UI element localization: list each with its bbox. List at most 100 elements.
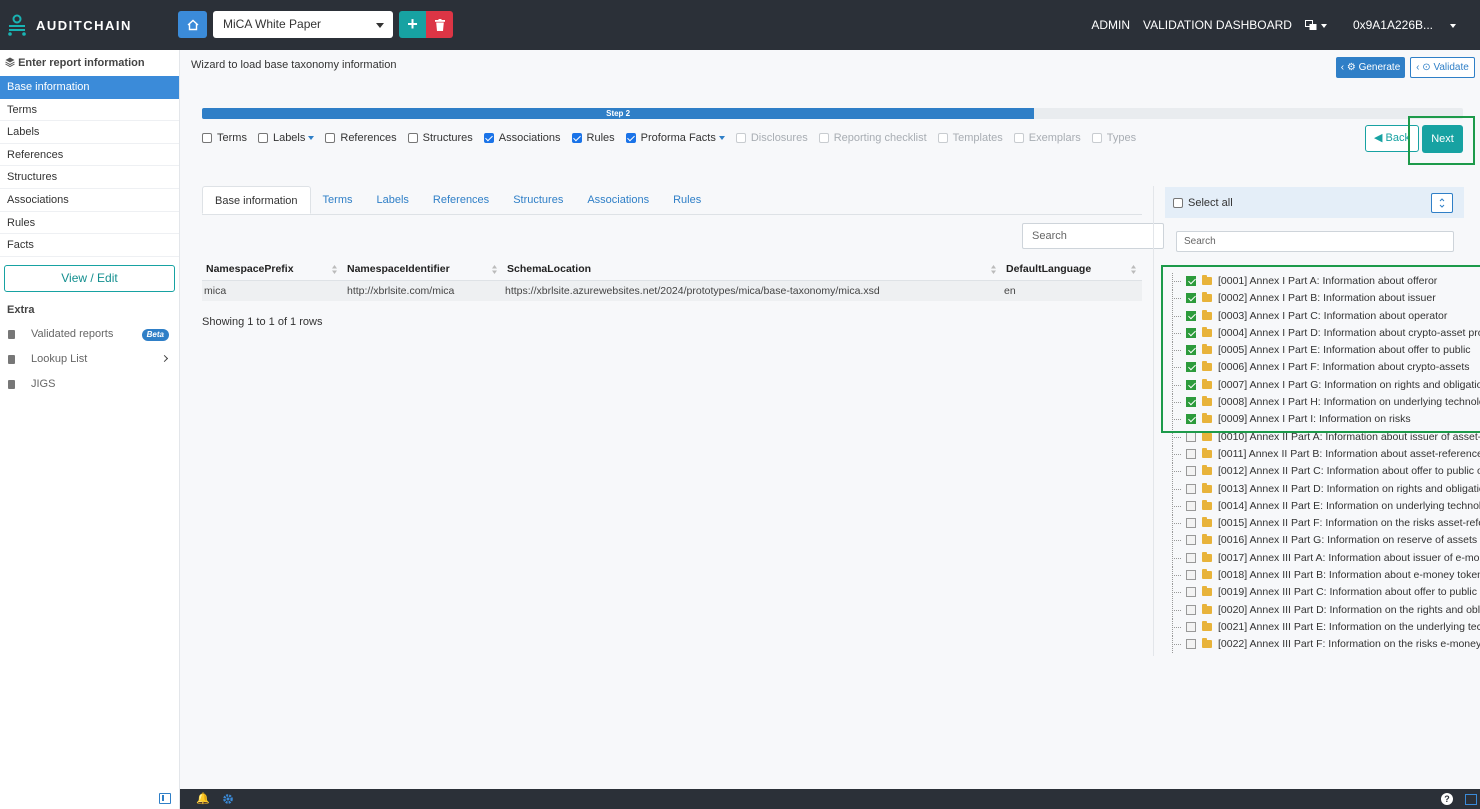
bell-icon[interactable]: 🔔 bbox=[196, 792, 210, 805]
tab-base-information[interactable]: Base information bbox=[202, 186, 311, 214]
tree-node-checkbox[interactable] bbox=[1186, 604, 1196, 615]
column-header[interactable]: NamespacePrefix bbox=[202, 258, 343, 281]
sidebar-item-lookup-list[interactable]: Lookup List bbox=[0, 347, 179, 372]
sidebar-item-associations[interactable]: Associations bbox=[0, 189, 179, 212]
folder-icon bbox=[1202, 638, 1212, 649]
view-edit-button[interactable]: View / Edit bbox=[4, 264, 175, 292]
sidebar-item-rules[interactable]: Rules bbox=[0, 212, 179, 235]
tree-node-checkbox[interactable] bbox=[1186, 570, 1196, 581]
table-search-input[interactable]: Search bbox=[1022, 223, 1164, 249]
step-checkbox[interactable] bbox=[571, 133, 582, 143]
panel-toggle-icon[interactable] bbox=[1465, 794, 1477, 805]
tab-rules[interactable]: Rules bbox=[661, 186, 713, 214]
gear-icon[interactable] bbox=[222, 793, 234, 805]
tree-node[interactable]: [0020] Annex III Part D: Information on … bbox=[1169, 601, 1480, 619]
column-header[interactable]: DefaultLanguage bbox=[1002, 258, 1142, 281]
tree-node-checkbox[interactable] bbox=[1186, 552, 1196, 563]
tab-associations[interactable]: Associations bbox=[575, 186, 661, 214]
step-checkbox[interactable] bbox=[257, 133, 268, 143]
home-button[interactable] bbox=[178, 11, 207, 38]
tab-structures[interactable]: Structures bbox=[501, 186, 575, 214]
step-checkbox[interactable] bbox=[407, 133, 418, 143]
admin-link[interactable]: ADMIN bbox=[1091, 18, 1130, 32]
chevron-down-icon[interactable] bbox=[718, 136, 725, 140]
tab-labels[interactable]: Labels bbox=[365, 186, 421, 214]
tree-node[interactable]: [0021] Annex III Part E: Information on … bbox=[1169, 618, 1480, 636]
tree-node[interactable]: [0015] Annex II Part F: Information on t… bbox=[1169, 515, 1480, 533]
delete-report-button[interactable] bbox=[426, 11, 453, 38]
step-labels[interactable]: Labels bbox=[257, 132, 315, 144]
tree-connector bbox=[1172, 575, 1181, 577]
tab-terms[interactable]: Terms bbox=[311, 186, 365, 214]
tree-node[interactable]: [0012] Annex II Part C: Information abou… bbox=[1169, 463, 1480, 481]
step-checkbox[interactable] bbox=[325, 133, 336, 143]
tree-node[interactable]: [0022] Annex III Part F: Information on … bbox=[1169, 636, 1480, 654]
sidebar-item-structures[interactable]: Structures bbox=[0, 166, 179, 189]
step-rules[interactable]: Rules bbox=[571, 132, 615, 144]
help-icon[interactable]: ? bbox=[1441, 793, 1453, 805]
step-proforma-facts[interactable]: Proforma Facts bbox=[625, 132, 725, 144]
add-report-button[interactable]: + bbox=[399, 11, 426, 38]
tree-node[interactable]: [0014] Annex II Part E: Information on u… bbox=[1169, 497, 1480, 515]
sidebar-item-references[interactable]: References bbox=[0, 144, 179, 167]
tree-node[interactable]: [0013] Annex II Part D: Information on r… bbox=[1169, 480, 1480, 498]
sidebar-item-facts[interactable]: Facts bbox=[0, 234, 179, 257]
sidebar-item-labels[interactable]: Labels bbox=[0, 121, 179, 144]
tree-node-checkbox[interactable] bbox=[1186, 466, 1196, 477]
column-header[interactable]: SchemaLocation bbox=[503, 258, 1002, 281]
tree-node-checkbox[interactable] bbox=[1186, 431, 1196, 442]
sort-icon bbox=[1439, 198, 1445, 208]
tab-references[interactable]: References bbox=[421, 186, 501, 214]
back-label: Back bbox=[1385, 132, 1410, 144]
tree-node-checkbox[interactable] bbox=[1186, 621, 1196, 632]
step-label: Associations bbox=[498, 132, 561, 144]
collapse-sidebar-icon[interactable] bbox=[159, 793, 171, 804]
tree-node-checkbox[interactable] bbox=[1186, 518, 1196, 529]
chevron-down-icon[interactable] bbox=[308, 136, 315, 140]
select-all-label: Select all bbox=[1188, 196, 1233, 209]
tree-node-checkbox[interactable] bbox=[1186, 535, 1196, 546]
step-checkbox[interactable] bbox=[202, 133, 212, 143]
sidebar-item-jigs[interactable]: JIGS bbox=[0, 372, 179, 397]
next-highlight-box bbox=[1408, 116, 1475, 165]
table-cell: https://xbrlsite.azurewebsites.net/2024/… bbox=[503, 280, 1002, 301]
language-dropdown[interactable] bbox=[1304, 18, 1340, 32]
step-types: Types bbox=[1091, 132, 1136, 144]
validate-button[interactable]: ‹ ⊙ Validate bbox=[1410, 57, 1475, 78]
step-associations[interactable]: Associations bbox=[483, 132, 561, 144]
tree-node-checkbox[interactable] bbox=[1186, 500, 1196, 511]
wallet-dropdown[interactable]: 0x9A1A226B... bbox=[1353, 18, 1469, 32]
tree-node[interactable]: [0017] Annex III Part A: Information abo… bbox=[1169, 549, 1480, 567]
step-checkbox bbox=[1013, 133, 1024, 143]
validation-dashboard-link[interactable]: VALIDATION DASHBOARD bbox=[1143, 18, 1292, 32]
column-header-label: DefaultLanguage bbox=[1006, 262, 1092, 275]
column-header[interactable]: NamespaceIdentifier bbox=[343, 258, 503, 281]
select-all-bar: Select all bbox=[1165, 187, 1464, 218]
tree-node-checkbox[interactable] bbox=[1186, 639, 1196, 650]
report-select[interactable]: MiCA White Paper bbox=[213, 11, 393, 38]
tree-node[interactable]: [0016] Annex II Part G: Information on r… bbox=[1169, 532, 1480, 550]
tree-node[interactable]: [0019] Annex III Part C: Information abo… bbox=[1169, 584, 1480, 602]
brand[interactable]: AUDITCHAIN bbox=[6, 13, 132, 37]
step-references[interactable]: References bbox=[325, 132, 397, 144]
generate-button[interactable]: ‹ ⚙ Generate bbox=[1336, 57, 1405, 78]
bottom-bar: 🔔 ? bbox=[0, 789, 1480, 809]
expand-collapse-button[interactable] bbox=[1431, 193, 1453, 213]
sidebar-item-validated-reports[interactable]: Validated reports Beta bbox=[0, 322, 179, 347]
step-checkbox[interactable] bbox=[625, 133, 636, 143]
tree-search-input[interactable]: Search bbox=[1176, 231, 1454, 252]
tree-node[interactable]: [0011] Annex II Part B: Information abou… bbox=[1169, 445, 1480, 463]
step-terms[interactable]: Terms bbox=[202, 132, 247, 144]
tree-node-checkbox[interactable] bbox=[1186, 587, 1196, 598]
table-row[interactable]: mica http://xbrlsite.com/mica https://xb… bbox=[202, 280, 1142, 301]
sidebar-item-base-information[interactable]: Base information bbox=[0, 76, 179, 99]
select-all-checkbox[interactable] bbox=[1173, 197, 1183, 208]
tree-node-checkbox[interactable] bbox=[1186, 448, 1196, 459]
tree-node-checkbox[interactable] bbox=[1186, 483, 1196, 494]
tree-node[interactable]: [0018] Annex III Part B: Information abo… bbox=[1169, 567, 1480, 585]
sidebar-item-terms[interactable]: Terms bbox=[0, 99, 179, 122]
step-checkbox[interactable] bbox=[483, 133, 494, 143]
step-structures[interactable]: Structures bbox=[407, 132, 473, 144]
tree-connector bbox=[1172, 540, 1181, 542]
arrow-left-circle-icon: ◀ bbox=[1374, 132, 1383, 144]
